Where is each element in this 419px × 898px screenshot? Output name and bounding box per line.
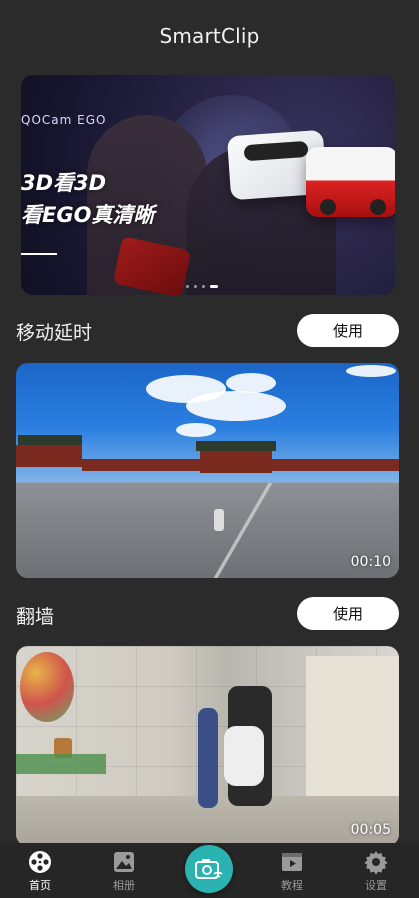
tab-settings[interactable]: 设置 [346, 849, 406, 893]
palace-wall [82, 459, 200, 471]
cloud [176, 423, 216, 437]
video-tutorial-icon [282, 853, 302, 871]
palace-roof [18, 435, 82, 445]
camera-connect-button[interactable] [185, 845, 233, 893]
camera-wifi-icon [195, 859, 223, 879]
banner-underline [21, 253, 57, 255]
section-title-moving-timelapse: 移动延时 [16, 322, 93, 344]
person-figure [198, 708, 218, 808]
cloud [346, 365, 396, 377]
banner-red-white-camera [306, 147, 395, 217]
palace-roof [196, 441, 276, 451]
building-mural [306, 656, 399, 796]
use-button-wall[interactable]: 使用 [297, 597, 399, 630]
video-duration: 00:10 [350, 554, 391, 570]
banner-brand: QOCam EGO [21, 113, 107, 127]
film-reel-icon [29, 851, 51, 873]
use-button-moving-timelapse[interactable]: 使用 [297, 314, 399, 347]
cloud [186, 391, 286, 421]
palace-hall [200, 451, 272, 473]
grass-mural [16, 754, 106, 774]
app-screen: SmartClip QOCam EGO 3D看3D 看EGO真清晰 移动延时 使… [0, 0, 419, 898]
template-preview-moving-timelapse[interactable]: 00:10 [16, 363, 399, 578]
banner-headline-2: 看EGO真清晰 [21, 203, 155, 227]
palace-wall [272, 459, 399, 471]
cloud [226, 373, 276, 393]
carousel-dot[interactable] [202, 285, 205, 288]
nurse-mural [224, 726, 264, 786]
promo-banner[interactable]: QOCam EGO 3D看3D 看EGO真清晰 [21, 75, 395, 295]
tab-label: 教程 [281, 879, 303, 892]
app-title: SmartClip [159, 24, 260, 48]
tab-tutorial[interactable]: 教程 [262, 849, 322, 893]
tab-album[interactable]: 相册 [94, 849, 154, 893]
carousel-dot[interactable] [194, 285, 197, 288]
gear-icon [364, 851, 388, 875]
plaza-ground [16, 483, 399, 578]
tab-label: 相册 [113, 879, 135, 892]
template-preview-wall[interactable]: 00:05 [16, 646, 399, 846]
balloons-mural [20, 652, 74, 722]
carousel-dot-active[interactable] [210, 285, 218, 288]
tab-label: 首页 [29, 879, 51, 892]
banner-headline-1: 3D看3D [21, 171, 107, 195]
carousel-indicator [186, 285, 218, 288]
section-title-wall: 翻墙 [16, 606, 55, 628]
person-figure [214, 509, 224, 531]
carousel-dot[interactable] [186, 285, 189, 288]
photo-album-icon [114, 852, 134, 872]
tab-label: 设置 [365, 879, 387, 892]
tab-home[interactable]: 首页 [10, 849, 70, 893]
video-duration: 00:05 [350, 822, 391, 838]
palace-hall [16, 445, 82, 467]
